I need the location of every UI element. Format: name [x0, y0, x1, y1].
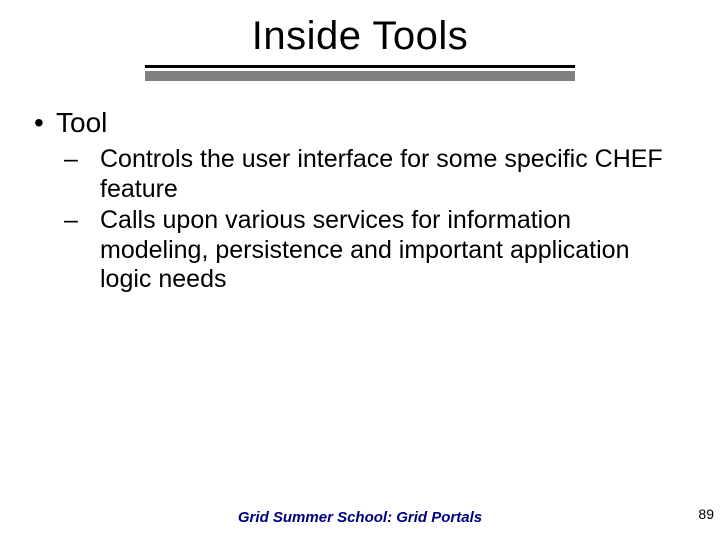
dash-icon: – — [82, 206, 100, 236]
bullet-level2: –Calls upon various services for informa… — [82, 206, 686, 295]
footer-text: Grid Summer School: Grid Portals — [0, 509, 720, 526]
sub-bullet-text: Calls upon various services for informat… — [100, 206, 629, 293]
bullet-text: Tool — [56, 107, 107, 138]
bullet-level2: –Controls the user interface for some sp… — [82, 145, 686, 204]
sub-bullets: –Controls the user interface for some sp… — [34, 145, 686, 295]
sub-bullet-text: Controls the user interface for some spe… — [100, 145, 663, 203]
bullet-dot-icon: • — [34, 107, 56, 139]
rule-thin — [145, 65, 575, 68]
slide-title: Inside Tools — [252, 14, 469, 59]
title-area: Inside Tools — [28, 14, 692, 81]
bullet-level1: •Tool — [34, 107, 686, 139]
title-underline — [145, 65, 575, 81]
slide: Inside Tools •Tool –Controls the user in… — [0, 0, 720, 540]
content-area: •Tool –Controls the user interface for s… — [28, 107, 692, 295]
page-number: 89 — [698, 506, 714, 522]
dash-icon: – — [82, 145, 100, 175]
rule-thick — [145, 71, 575, 81]
